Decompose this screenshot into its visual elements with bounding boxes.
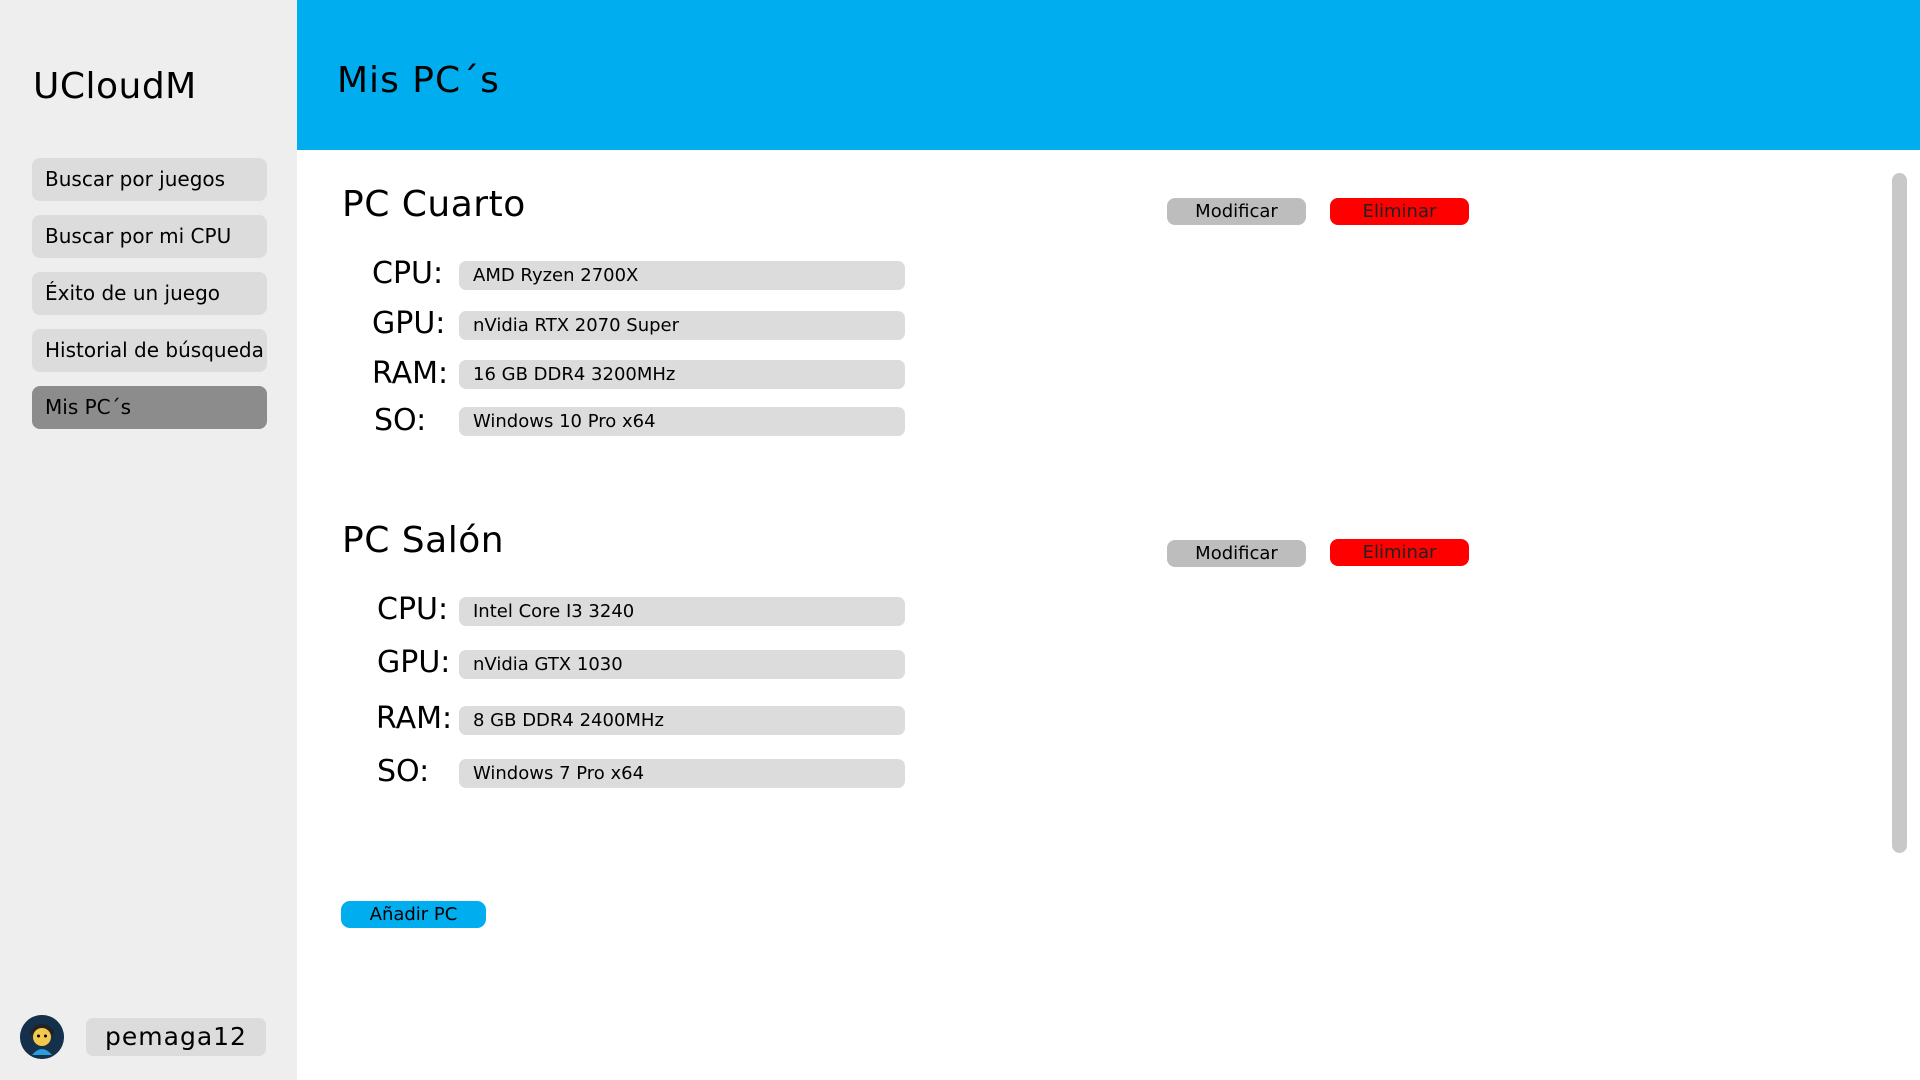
spec-label-cpu: CPU:	[372, 256, 444, 291]
sidebar-item-historial[interactable]: Historial de búsqueda	[32, 329, 267, 372]
sidebar-item-buscar-cpu[interactable]: Buscar por mi CPU	[32, 215, 267, 258]
sidebar-item-buscar-juegos[interactable]: Buscar por juegos	[32, 158, 267, 201]
main-content: PC Cuarto Modificar Eliminar CPU: AMD Ry…	[297, 150, 1920, 1080]
spec-label-so: SO:	[374, 403, 427, 438]
delete-button[interactable]: Eliminar	[1330, 539, 1469, 566]
avatar[interactable]	[20, 1015, 64, 1059]
spec-label-cpu: CPU:	[377, 592, 449, 627]
header: Mis PC´s	[297, 0, 1920, 150]
spec-label-gpu: GPU:	[377, 645, 451, 680]
spec-label-so: SO:	[377, 754, 430, 789]
spec-value-gpu: nVidia RTX 2070 Super	[459, 311, 905, 340]
user-area: pemaga12	[20, 1015, 270, 1059]
spec-label-gpu: GPU:	[372, 306, 446, 341]
sidebar-item-mis-pcs[interactable]: Mis PC´s	[32, 386, 267, 429]
modify-button[interactable]: Modificar	[1167, 198, 1306, 225]
pc-name: PC Cuarto	[342, 184, 526, 225]
delete-button[interactable]: Eliminar	[1330, 198, 1469, 225]
sidebar-item-exito-juego[interactable]: Éxito de un juego	[32, 272, 267, 315]
spec-value-ram: 8 GB DDR4 2400MHz	[459, 706, 905, 735]
spec-label-ram: RAM:	[372, 356, 449, 391]
page-title: Mis PC´s	[337, 60, 500, 101]
scrollbar[interactable]	[1892, 173, 1907, 853]
add-pc-button[interactable]: Añadir PC	[341, 901, 486, 928]
spec-value-so: Windows 10 Pro x64	[459, 407, 905, 436]
pc-name: PC Salón	[342, 520, 505, 561]
spec-value-cpu: AMD Ryzen 2700X	[459, 261, 905, 290]
avatar-icon	[20, 1015, 64, 1059]
spec-value-gpu: nVidia GTX 1030	[459, 650, 905, 679]
modify-button[interactable]: Modificar	[1167, 540, 1306, 567]
spec-value-cpu: Intel Core I3 3240	[459, 597, 905, 626]
app-title: UCloudM	[33, 66, 197, 107]
username[interactable]: pemaga12	[86, 1018, 266, 1056]
spec-label-ram: RAM:	[376, 701, 453, 736]
spec-value-ram: 16 GB DDR4 3200MHz	[459, 360, 905, 389]
spec-value-so: Windows 7 Pro x64	[459, 759, 905, 788]
sidebar: UCloudM Buscar por juegos Buscar por mi …	[0, 0, 297, 1080]
